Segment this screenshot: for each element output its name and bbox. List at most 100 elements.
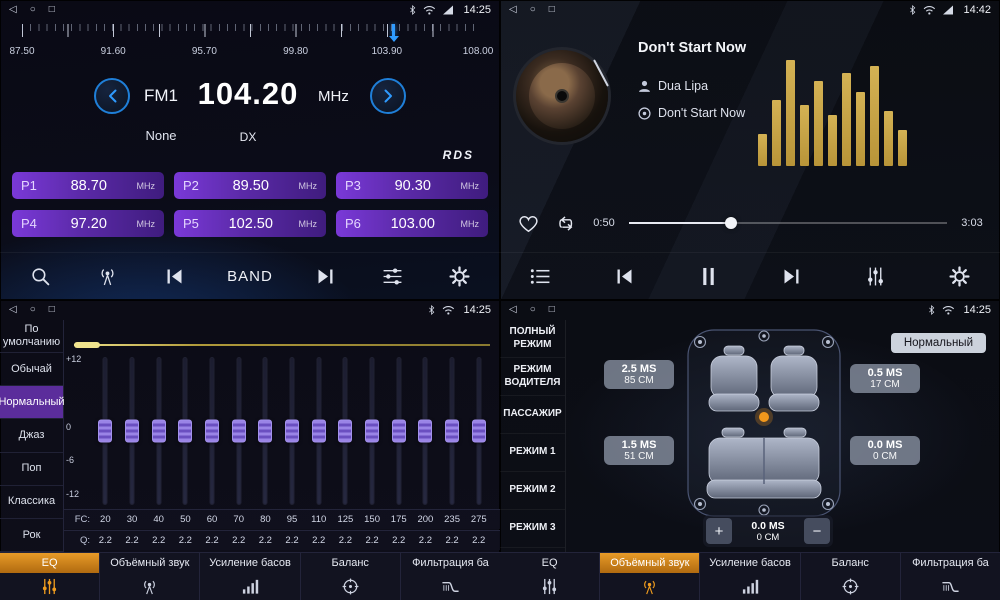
delay-front-left[interactable]: 2.5 MS 85 CM bbox=[604, 360, 674, 389]
equalizer-button[interactable] bbox=[378, 262, 407, 291]
delay-rear-right[interactable]: 0.0 MS 0 CM bbox=[850, 436, 920, 465]
recents-icon[interactable]: □ bbox=[549, 305, 555, 315]
recents-icon[interactable]: □ bbox=[549, 5, 555, 15]
tab-balance[interactable]: Баланс bbox=[301, 553, 401, 600]
playlist-button[interactable] bbox=[526, 262, 555, 291]
eq-band-slider[interactable] bbox=[252, 358, 279, 504]
mode-passenger[interactable]: ПАССАЖИР bbox=[500, 396, 565, 434]
eq-band-thumb[interactable] bbox=[152, 420, 166, 443]
eq-preset-pop[interactable]: Поп bbox=[0, 453, 63, 486]
preset-button-6[interactable]: P6 103.00 MHz bbox=[336, 210, 488, 237]
back-icon[interactable]: ◁ bbox=[509, 5, 517, 15]
eq-q-value: 2.2 bbox=[119, 535, 146, 546]
preset-button-4[interactable]: P4 97.20 MHz bbox=[12, 210, 164, 237]
eq-band-slider[interactable] bbox=[465, 358, 492, 504]
eq-band-thumb[interactable] bbox=[232, 420, 246, 443]
eq-band-slider[interactable] bbox=[145, 358, 172, 504]
delay-rear-left[interactable]: 1.5 MS 51 CM bbox=[604, 436, 674, 465]
previous-track-button[interactable] bbox=[610, 262, 639, 291]
recents-icon[interactable]: □ bbox=[49, 5, 55, 15]
eq-preset-classic[interactable]: Классика bbox=[0, 486, 63, 519]
delay-decrease-button[interactable]: − bbox=[804, 518, 830, 544]
scan-button[interactable] bbox=[93, 262, 122, 291]
head-unit-screen: ◁ ○ □ 14:25 87.50 91.60 95.70 99.80 103.… bbox=[0, 0, 1000, 600]
eq-band-slider[interactable] bbox=[172, 358, 199, 504]
tab-balance[interactable]: Баланс bbox=[801, 553, 901, 600]
home-icon[interactable]: ○ bbox=[30, 5, 36, 15]
eq-band-slider[interactable] bbox=[279, 358, 306, 504]
eq-band-slider[interactable] bbox=[412, 358, 439, 504]
repeat-button[interactable] bbox=[554, 211, 579, 236]
eq-band-thumb[interactable] bbox=[98, 420, 112, 443]
settings-button[interactable] bbox=[445, 262, 474, 291]
eq-band-thumb[interactable] bbox=[285, 420, 299, 443]
next-track-button[interactable] bbox=[777, 262, 806, 291]
eq-band-slider[interactable] bbox=[305, 358, 332, 504]
eq-preset-default[interactable]: По умолчанию bbox=[0, 320, 63, 353]
equalizer-button[interactable] bbox=[861, 262, 890, 291]
settings-button[interactable] bbox=[945, 262, 974, 291]
recents-icon[interactable]: □ bbox=[49, 305, 55, 315]
frequency-ruler[interactable]: 87.50 91.60 95.70 99.80 103.90 108.00 bbox=[14, 24, 486, 66]
seek-thumb[interactable] bbox=[725, 217, 737, 229]
favorite-button[interactable] bbox=[516, 211, 541, 236]
eq-preset-jazz[interactable]: Джаз bbox=[0, 419, 63, 452]
eq-band-slider[interactable] bbox=[92, 358, 119, 504]
eq-band-slider[interactable] bbox=[332, 358, 359, 504]
eq-preset-custom[interactable]: Обычай bbox=[0, 353, 63, 386]
mode-2[interactable]: РЕЖИМ 2 bbox=[500, 472, 565, 510]
eq-band-thumb[interactable] bbox=[472, 420, 486, 443]
home-icon[interactable]: ○ bbox=[530, 305, 536, 315]
preset-button-2[interactable]: P2 89.50 MHz bbox=[174, 172, 326, 199]
eq-band-thumb[interactable] bbox=[392, 420, 406, 443]
eq-band-thumb[interactable] bbox=[178, 420, 192, 443]
eq-band-slider[interactable] bbox=[119, 358, 146, 504]
mode-1[interactable]: РЕЖИМ 1 bbox=[500, 434, 565, 472]
eq-band-slider[interactable] bbox=[385, 358, 412, 504]
delay-front-right[interactable]: 0.5 MS 17 CM bbox=[850, 364, 920, 393]
eq-band-thumb[interactable] bbox=[418, 420, 432, 443]
back-icon[interactable]: ◁ bbox=[9, 5, 17, 15]
tune-up-button[interactable] bbox=[370, 78, 406, 114]
preset-button-1[interactable]: P1 88.70 MHz bbox=[12, 172, 164, 199]
preset-button-5[interactable]: P5 102.50 MHz bbox=[174, 210, 326, 237]
mode-full[interactable]: ПОЛНЫЙ РЕЖИМ bbox=[500, 320, 565, 358]
tab-eq[interactable]: EQ bbox=[500, 553, 600, 600]
eq-band-thumb[interactable] bbox=[205, 420, 219, 443]
back-icon[interactable]: ◁ bbox=[9, 305, 17, 315]
eq-band-thumb[interactable] bbox=[258, 420, 272, 443]
seek-slider[interactable] bbox=[629, 216, 947, 230]
tab-bass-boost[interactable]: Усиление басов bbox=[200, 553, 300, 600]
mode-driver[interactable]: РЕЖИМ ВОДИТЕЛЯ bbox=[500, 358, 565, 396]
previous-station-button[interactable] bbox=[160, 262, 189, 291]
tab-eq[interactable]: EQ bbox=[0, 553, 100, 600]
master-level-slider[interactable] bbox=[74, 344, 490, 346]
sound-profile-button[interactable]: Нормальный bbox=[891, 333, 986, 353]
band-button[interactable]: BAND bbox=[227, 268, 273, 285]
eq-band-slider[interactable] bbox=[359, 358, 386, 504]
eq-band-slider[interactable] bbox=[225, 358, 252, 504]
home-icon[interactable]: ○ bbox=[530, 5, 536, 15]
eq-preset-normal[interactable]: Нормальный bbox=[0, 386, 63, 419]
eq-band-thumb[interactable] bbox=[125, 420, 139, 443]
preset-button-3[interactable]: P3 90.30 MHz bbox=[336, 172, 488, 199]
delay-increase-button[interactable]: + bbox=[706, 518, 732, 544]
tab-filter[interactable]: Фильтрация ба bbox=[901, 553, 1000, 600]
tune-down-button[interactable] bbox=[94, 78, 130, 114]
tab-surround[interactable]: Объёмный звук bbox=[600, 553, 700, 600]
tab-surround[interactable]: Объёмный звук bbox=[100, 553, 200, 600]
eq-band-slider[interactable] bbox=[439, 358, 466, 504]
eq-band-thumb[interactable] bbox=[365, 420, 379, 443]
eq-band-thumb[interactable] bbox=[445, 420, 459, 443]
eq-band-slider[interactable] bbox=[199, 358, 226, 504]
next-station-button[interactable] bbox=[311, 262, 340, 291]
tab-bass-boost[interactable]: Усиление басов bbox=[700, 553, 800, 600]
back-icon[interactable]: ◁ bbox=[509, 305, 517, 315]
eq-band-thumb[interactable] bbox=[312, 420, 326, 443]
tab-filter[interactable]: Фильтрация ба bbox=[401, 553, 500, 600]
eq-preset-rock[interactable]: Рок bbox=[0, 519, 63, 552]
home-icon[interactable]: ○ bbox=[30, 305, 36, 315]
eq-band-thumb[interactable] bbox=[338, 420, 352, 443]
pause-button[interactable] bbox=[694, 262, 723, 291]
search-button[interactable] bbox=[26, 262, 55, 291]
